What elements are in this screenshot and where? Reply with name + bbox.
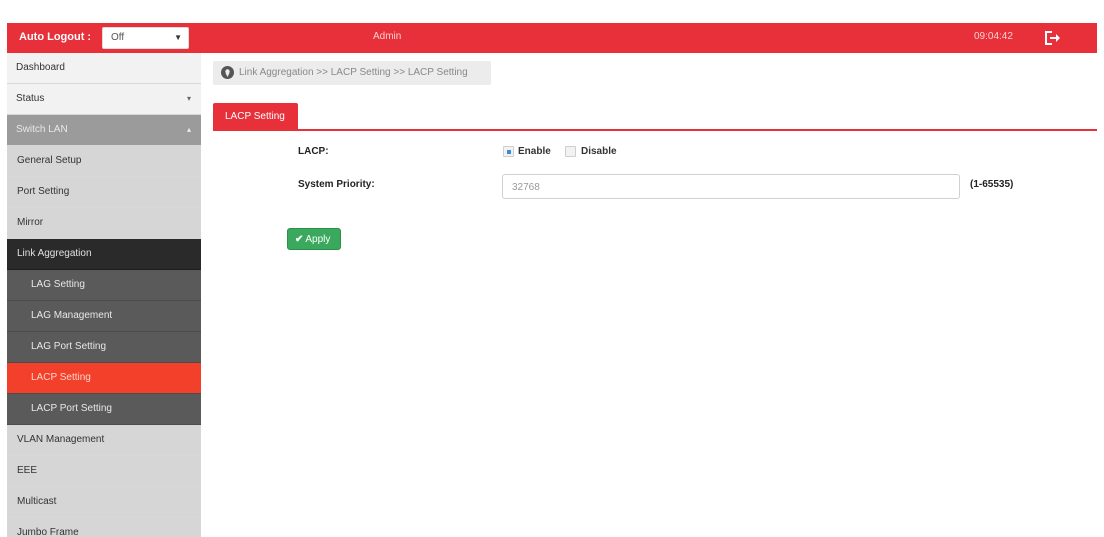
sidebar-item-port-setting[interactable]: Port Setting — [7, 177, 201, 208]
sidebar-item-dashboard[interactable]: Dashboard — [7, 53, 201, 84]
disable-radio[interactable] — [565, 146, 576, 157]
enable-label[interactable]: Enable — [518, 146, 551, 157]
sidebar-item-jumbo-frame[interactable]: Jumbo Frame — [7, 518, 201, 537]
sidebar-item-label: Dashboard — [16, 62, 65, 73]
tab-label: LACP Setting — [225, 111, 285, 122]
apply-label: Apply — [305, 234, 331, 245]
sidebar-item-lag-setting[interactable]: LAG Setting — [7, 270, 201, 301]
sidebar-item-multicast[interactable]: Multicast — [7, 487, 201, 518]
system-priority-label: System Priority: — [298, 179, 375, 190]
sidebar-item-label: LAG Setting — [31, 279, 85, 290]
chevron-up-icon: ▴ — [186, 125, 191, 134]
sidebar-item-vlan-management[interactable]: VLAN Management — [7, 425, 201, 456]
priority-range-hint: (1-65535) — [970, 179, 1014, 190]
chevron-down-icon: ▼ — [174, 33, 182, 42]
user-name: Admin — [373, 31, 402, 42]
sidebar-item-label: LACP Port Setting — [31, 403, 112, 414]
sidebar-item-label: General Setup — [17, 155, 82, 166]
sidebar-item-label: Switch LAN — [16, 124, 68, 135]
logout-icon[interactable] — [1042, 28, 1062, 48]
sidebar-item-lacp-setting[interactable]: LACP Setting — [7, 363, 201, 394]
sidebar-item-lacp-port-setting[interactable]: LACP Port Setting — [7, 394, 201, 425]
lacp-label: LACP: — [298, 146, 329, 157]
auto-logout-select[interactable]: Off ▼ — [102, 27, 189, 49]
sidebar-item-label: Link Aggregation — [17, 248, 92, 259]
apply-button[interactable]: ✔ Apply — [287, 228, 341, 250]
sidebar-item-label: EEE — [17, 465, 38, 476]
check-icon: ✔ — [295, 234, 304, 245]
sidebar-item-label: Port Setting — [17, 186, 70, 197]
sidebar-item-switch-lan[interactable]: Switch LAN ▴ — [7, 115, 201, 146]
top-bar: Auto Logout : Off ▼ Admin 09:04:42 — [7, 23, 1097, 53]
auto-logout-label: Auto Logout : — [19, 31, 92, 43]
sidebar-item-label: LAG Management — [31, 310, 113, 321]
sidebar-item-label: Mirror — [17, 217, 44, 228]
tab-lacp-setting[interactable]: LACP Setting — [213, 103, 298, 130]
sidebar-item-lag-management[interactable]: LAG Management — [7, 301, 201, 332]
location-pin-icon — [221, 66, 234, 79]
sidebar-item-status[interactable]: Status ▾ — [7, 84, 201, 115]
chevron-down-icon: ▾ — [186, 94, 191, 103]
tab-underline — [213, 129, 1097, 131]
radio-selected-dot — [507, 150, 511, 154]
sidebar-item-link-aggregation[interactable]: Link Aggregation — [7, 239, 201, 270]
app: Auto Logout : Off ▼ Admin 09:04:42 Dashb… — [0, 0, 1104, 537]
sidebar-item-general-setup[interactable]: General Setup — [7, 146, 201, 177]
auto-logout-value: Off — [111, 32, 125, 43]
sidebar-item-lag-port-setting[interactable]: LAG Port Setting — [7, 332, 201, 363]
breadcrumb: Link Aggregation >> LACP Setting >> LACP… — [213, 61, 491, 85]
breadcrumb-text: Link Aggregation >> LACP Setting >> LACP… — [239, 67, 468, 78]
sidebar-item-label: Jumbo Frame — [17, 527, 79, 537]
sidebar-item-label: LACP Setting — [31, 372, 91, 383]
sidebar-item-mirror[interactable]: Mirror — [7, 208, 201, 239]
enable-radio[interactable] — [503, 146, 514, 157]
sidebar-item-eee[interactable]: EEE — [7, 456, 201, 487]
sidebar: Dashboard Status ▾ Switch LAN ▴ General … — [7, 53, 201, 537]
sidebar-item-label: Status — [16, 93, 45, 104]
disable-label[interactable]: Disable — [581, 146, 617, 157]
system-priority-input[interactable]: 32768 — [502, 174, 960, 199]
sidebar-item-label: VLAN Management — [17, 434, 105, 445]
sidebar-item-label: LAG Port Setting — [31, 341, 107, 352]
sidebar-item-label: Multicast — [17, 496, 57, 507]
system-priority-value: 32768 — [512, 182, 540, 193]
clock: 09:04:42 — [974, 31, 1013, 42]
